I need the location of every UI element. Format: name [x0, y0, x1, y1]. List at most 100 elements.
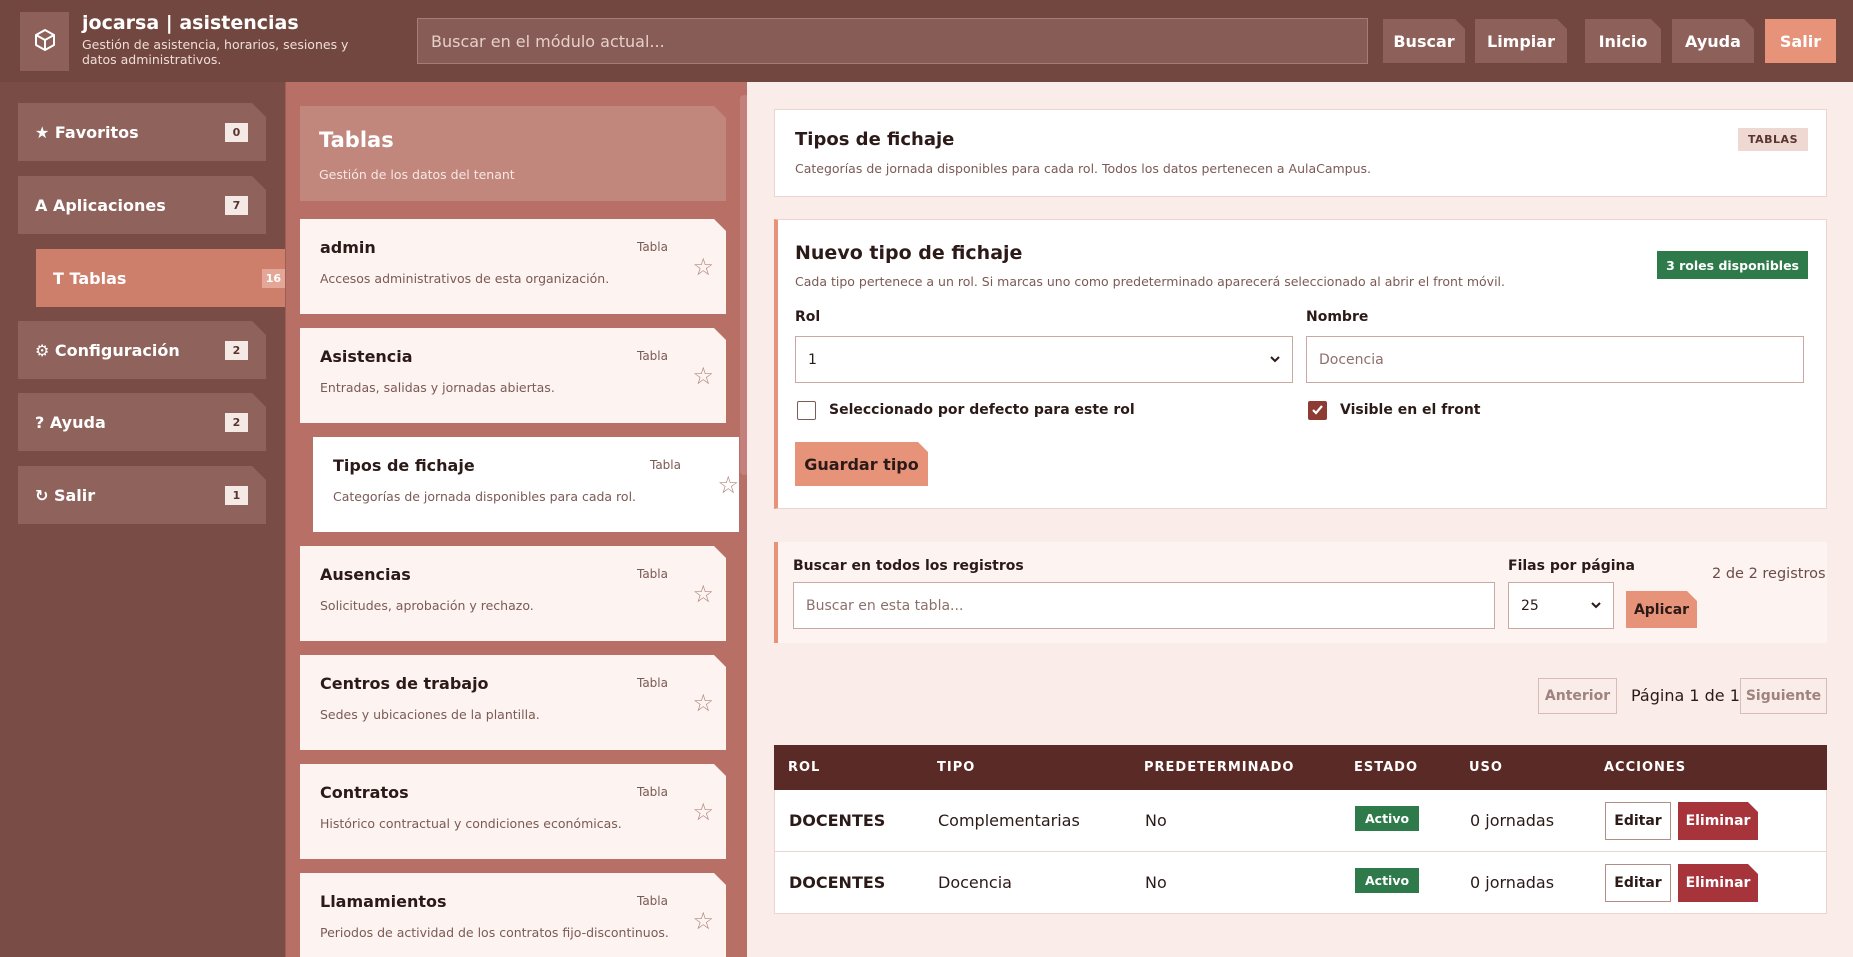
sidebar-item-ayuda[interactable]: ? Ayuda 2 [18, 393, 266, 451]
records-table: ROL TIPO PREDETERMINADO ESTADO USO ACCIO… [774, 745, 1827, 914]
save-type-button[interactable]: Guardar tipo [795, 442, 928, 486]
table-card-desc: Sedes y ubicaciones de la plantilla. [320, 707, 540, 722]
table-card-kind: Tabla [636, 240, 668, 254]
module-search-input[interactable]: Buscar en el módulo actual... [417, 18, 1368, 64]
page-title: Tipos de fichaje [795, 129, 955, 150]
table-card-desc: Histórico contractual y condiciones econ… [320, 816, 622, 831]
tables-panel-title: Tablas [319, 128, 394, 152]
table-card-centros[interactable]: Centros de trabajo Sedes y ubicaciones d… [300, 655, 726, 750]
table-header: ROL TIPO PREDETERMINADO ESTADO USO ACCIO… [774, 745, 1827, 790]
home-button[interactable]: Inicio [1585, 19, 1661, 63]
rows-per-page-label: Filas por página [1508, 558, 1635, 574]
cell-tipo: Complementarias [938, 811, 1080, 830]
table-card-kind: Tabla [636, 567, 668, 581]
table-card-ausencias[interactable]: Ausencias Solicitudes, aprobación y rech… [300, 546, 726, 641]
table-row: DOCENTES Docencia No Activo 0 jornadas E… [774, 852, 1827, 914]
help-button[interactable]: Ayuda [1672, 19, 1754, 63]
form-subtitle: Cada tipo pertenece a un rol. Si marcas … [795, 274, 1505, 289]
cell-rol: DOCENTES [789, 811, 886, 830]
delete-button[interactable]: Eliminar [1678, 802, 1758, 840]
sidebar-item-label: ★ Favoritos [35, 122, 139, 142]
table-card-kind: Tabla [636, 676, 668, 690]
sidebar-item-configuracion[interactable]: ⚙ Configuración 2 [18, 321, 266, 379]
sidebar-item-label: ? Ayuda [35, 412, 106, 432]
default-checkbox[interactable] [797, 401, 816, 420]
sidebar-item-favoritos[interactable]: ★ Favoritos 0 [18, 103, 266, 161]
apply-button[interactable]: Aplicar [1626, 591, 1697, 628]
rol-select[interactable]: 1 [795, 336, 1293, 383]
main-content: Tipos de fichaje Categorías de jornada d… [747, 82, 1853, 957]
table-card-desc: Entradas, salidas y jornadas abiertas. [320, 380, 555, 395]
app-logo[interactable] [20, 12, 69, 71]
check-icon [1311, 401, 1324, 420]
table-card-admin[interactable]: admin Accesos administrativos de esta or… [300, 219, 726, 314]
sidebar-item-salir[interactable]: ↻ Salir 1 [18, 466, 266, 524]
table-card-title: Ausencias [320, 565, 411, 584]
edit-button[interactable]: Editar [1605, 802, 1671, 840]
sidebar-item-tablas[interactable]: T Tablas 16 [36, 249, 285, 307]
clear-button[interactable]: Limpiar [1475, 19, 1567, 63]
app-subtitle: Gestión de asistencia, horarios, sesione… [82, 37, 349, 67]
delete-button[interactable]: Eliminar [1678, 864, 1758, 902]
app-title: jocarsa | asistencias [82, 12, 299, 34]
tables-panel: Tablas Gestión de los datos del tenant a… [285, 82, 747, 957]
star-icon[interactable]: ☆ [692, 798, 714, 826]
sidebar-item-label: ⚙ Configuración [35, 340, 180, 360]
tables-panel-header: Tablas Gestión de los datos del tenant [300, 106, 726, 201]
sidebar-item-count: 7 [225, 196, 248, 215]
cell-tipo: Docencia [938, 873, 1012, 892]
records-search-panel: Buscar en todos los registros Buscar en … [774, 542, 1827, 643]
tables-panel-subtitle: Gestión de los datos del tenant [319, 167, 515, 182]
cell-uso: 0 jornadas [1470, 811, 1555, 830]
form-title: Nuevo tipo de fichaje [795, 242, 1023, 264]
visible-checkbox[interactable] [1308, 401, 1327, 420]
table-card-contratos[interactable]: Contratos Histórico contractual y condic… [300, 764, 726, 859]
column-header-predeterminado: PREDETERMINADO [1144, 760, 1295, 775]
sidebar-item-count: 2 [225, 341, 248, 360]
prev-page-button[interactable]: Anterior [1538, 678, 1617, 714]
column-header-rol: ROL [788, 760, 821, 775]
records-search-input[interactable]: Buscar en esta tabla... [793, 582, 1495, 629]
section-tag: TABLAS [1738, 128, 1808, 151]
table-card-title: Llamamientos [320, 892, 447, 911]
star-icon[interactable]: ☆ [692, 253, 714, 281]
status-badge: Activo [1355, 806, 1420, 831]
star-icon[interactable]: ☆ [692, 689, 714, 717]
table-card-tipos-fichaje[interactable]: Tipos de fichaje Categorías de jornada d… [313, 437, 739, 532]
sidebar-item-label: T Tablas [53, 268, 127, 288]
rol-label: Rol [795, 309, 821, 325]
page-header-panel: Tipos de fichaje Categorías de jornada d… [774, 109, 1827, 197]
cell-rol: DOCENTES [789, 873, 886, 892]
search-all-label: Buscar en todos los registros [793, 558, 1024, 574]
star-icon[interactable]: ☆ [692, 580, 714, 608]
table-card-llamamientos[interactable]: Llamamientos Periodos de actividad de lo… [300, 873, 726, 957]
sidebar-item-label: A Aplicaciones [35, 195, 166, 215]
module-search-placeholder: Buscar en el módulo actual... [431, 31, 665, 51]
table-card-asistencia[interactable]: Asistencia Entradas, salidas y jornadas … [300, 328, 726, 423]
cell-predeterminado: No [1145, 811, 1167, 830]
logout-button[interactable]: Salir [1765, 19, 1836, 63]
table-card-kind: Tabla [636, 894, 668, 908]
nombre-input[interactable]: Docencia [1306, 336, 1804, 383]
records-count: 2 de 2 registros [1712, 566, 1826, 582]
roles-badge: 3 roles disponibles [1657, 251, 1808, 279]
star-icon[interactable]: ☆ [692, 362, 714, 390]
status-badge: Activo [1355, 868, 1420, 893]
sidebar-item-aplicaciones[interactable]: A Aplicaciones 7 [18, 176, 266, 234]
edit-button[interactable]: Editar [1605, 864, 1671, 902]
rows-per-page-select[interactable]: 25 [1508, 582, 1614, 629]
chevron-down-icon [1268, 352, 1282, 366]
table-card-desc: Periodos de actividad de los contratos f… [320, 925, 669, 940]
star-icon[interactable]: ☆ [717, 471, 739, 499]
rows-per-page-value: 25 [1521, 597, 1539, 614]
search-button[interactable]: Buscar [1383, 19, 1465, 63]
top-bar: jocarsa | asistencias Gestión de asisten… [0, 0, 1853, 82]
column-header-acciones: ACCIONES [1604, 760, 1687, 775]
table-card-kind: Tabla [649, 458, 681, 472]
star-icon[interactable]: ☆ [692, 907, 714, 935]
table-card-desc: Categorías de jornada disponibles para c… [333, 489, 637, 504]
next-page-button[interactable]: Siguiente [1740, 678, 1827, 714]
visible-checkbox-label: Visible en el front [1340, 402, 1481, 418]
rol-select-value: 1 [808, 351, 817, 368]
table-card-title: Asistencia [320, 347, 413, 366]
